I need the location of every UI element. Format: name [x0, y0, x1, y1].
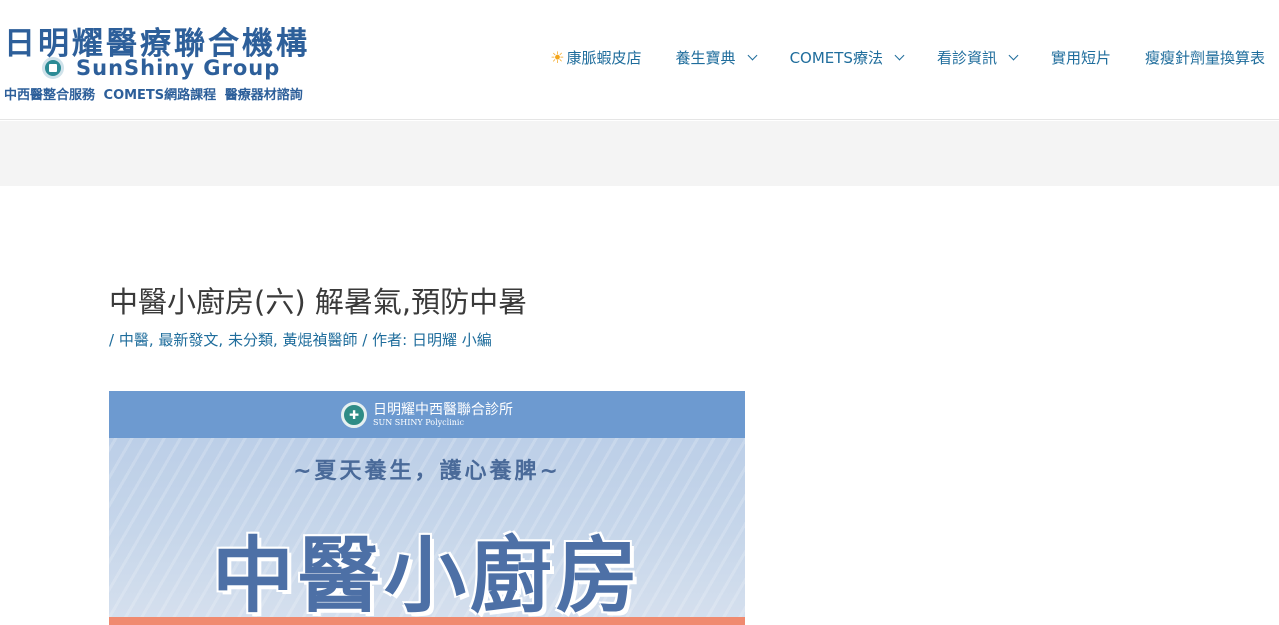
logo-tagline: 中西醫整合服務 COMETS網路課程 醫療器材諮詢 [4, 88, 303, 103]
page-title-band [0, 121, 1279, 186]
logo-mark-icon [42, 57, 64, 79]
logo-name-en: SunShiny Group [76, 56, 281, 80]
meta-prefix: / [109, 331, 119, 349]
author-link[interactable]: 日明耀 小編 [412, 331, 492, 349]
chevron-down-icon [894, 50, 905, 61]
site-logo[interactable]: 日明耀醫療聯合機構 SunShiny Group 中西醫整合服務 COMETS網… [4, 14, 349, 106]
post-meta: / 中醫, 最新發文, 未分類, 黃焜禎醫師 / 作者: 日明耀 小編 [109, 331, 492, 349]
nav-item-comets-therapy[interactable]: COMETS療法 [789, 47, 905, 68]
nav-item-label: 實用短片 [1050, 49, 1111, 67]
image-bottom-band [109, 617, 745, 625]
main-nav: ☀ 康脈蝦皮店 養生寶典 COMETS療法 看診資訊 實用短片 瘦瘦針劑量換算表 [550, 47, 1265, 68]
sun-icon: ☀ [550, 48, 565, 67]
nav-item-label: 養生寶典 [675, 49, 736, 67]
nav-item-health-guide[interactable]: 養生寶典 [675, 47, 758, 68]
post-title: 中醫小廚房(六) 解暑氣,預防中暑 [109, 285, 528, 319]
featured-image: ✚ 日明耀中西醫聯合診所 SUN SHINY Polyclinic ~夏天養生，… [109, 391, 745, 625]
chevron-down-icon [747, 50, 758, 61]
nav-item-dose-table[interactable]: 瘦瘦針劑量換算表 [1145, 47, 1265, 68]
clinic-cross-icon: ✚ [341, 401, 367, 428]
site-header: 日明耀醫療聯合機構 SunShiny Group 中西醫整合服務 COMETS網… [0, 0, 1279, 120]
chevron-down-icon [1008, 50, 1019, 61]
nav-item-label: COMETS療法 [789, 49, 883, 67]
category-link[interactable]: 未分類 [228, 331, 273, 349]
nav-item-label: 康脈蝦皮店 [566, 49, 642, 67]
clinic-name-en: SUN SHINY Polyclinic [373, 417, 464, 427]
category-link[interactable]: 最新發文 [158, 331, 218, 349]
clinic-banner: ✚ 日明耀中西醫聯合診所 SUN SHINY Polyclinic [109, 391, 745, 438]
nav-item-clinic-info[interactable]: 看診資訊 [936, 47, 1019, 68]
nav-item-label: 看診資訊 [936, 49, 997, 67]
category-link[interactable]: 中醫 [119, 331, 149, 349]
logo-en-row: SunShiny Group [42, 56, 280, 80]
author-prefix: / 作者: [357, 331, 412, 349]
clinic-name: 日明耀中西醫聯合診所 [373, 401, 513, 418]
image-headline: 中醫小廚房 [211, 529, 642, 624]
image-slogan: ~夏天養生，護心養脾~ [293, 459, 561, 484]
nav-item-label: 瘦瘦針劑量換算表 [1144, 49, 1265, 67]
nav-item-shopee-store[interactable]: ☀ 康脈蝦皮店 [550, 47, 641, 68]
nav-item-videos[interactable]: 實用短片 [1051, 47, 1111, 68]
category-link[interactable]: 黃焜禎醫師 [283, 331, 358, 349]
